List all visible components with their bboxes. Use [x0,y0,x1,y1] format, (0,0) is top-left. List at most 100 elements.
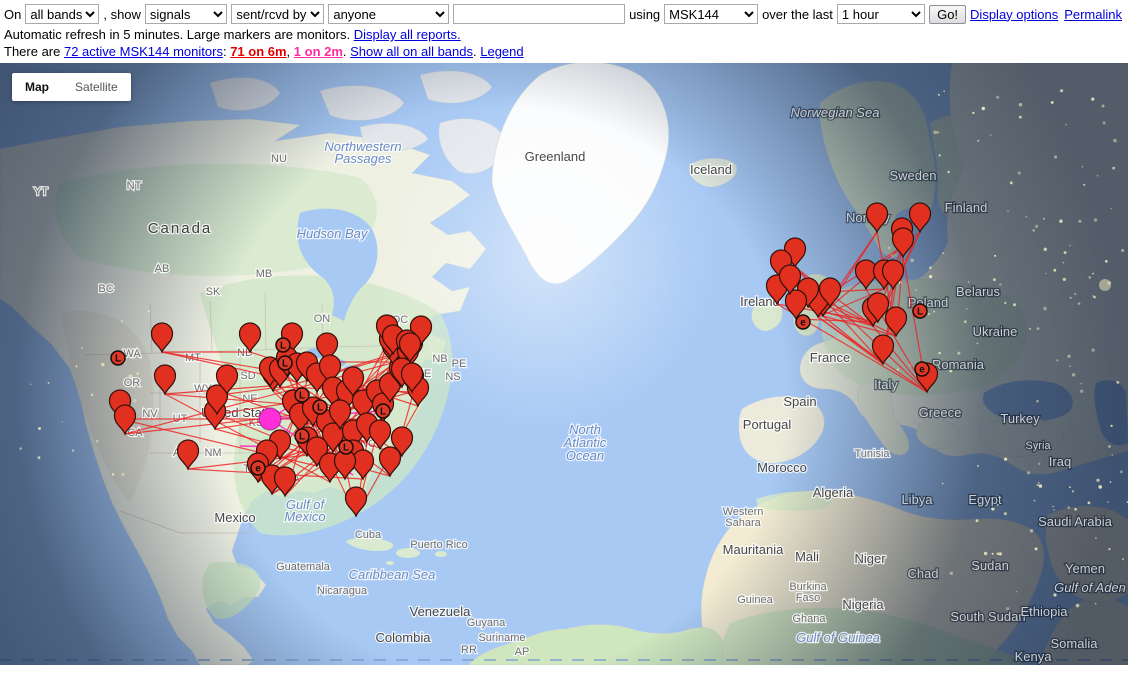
map-label: South Sudan [950,609,1025,624]
map-label: Gulf of Aden [1054,580,1126,595]
map-label: Hudson Bay [297,226,369,241]
svg-text:L: L [299,391,305,402]
over-label: over the last [762,7,833,22]
map-label: YT [34,186,48,198]
map-label: ON [314,313,331,325]
map-label: AP [515,646,530,658]
map-label: Ethiopia [1021,604,1069,619]
sent-rcvd-select[interactable]: sent/rcvd by [231,4,324,24]
report-marker[interactable]: e [915,362,929,376]
report-marker[interactable]: L [295,388,309,402]
map-label: Greenland [525,149,586,164]
map-label: Mexico [284,509,325,524]
map-label: Passages [334,151,392,166]
map-label: Syria [1025,440,1051,452]
report-marker[interactable]: e [251,461,265,475]
permalink-link[interactable]: Permalink [1064,7,1122,22]
sep: , [287,44,294,59]
map-label: Morocco [757,460,807,475]
map-label: Nigeria [842,597,884,612]
report-marker[interactable]: e [796,315,810,329]
map-label: Chad [907,566,938,581]
map-label: Mauritania [723,542,784,557]
map-label: France [810,350,850,365]
map-label: Egypt [968,492,1002,507]
map-type-satellite-button[interactable]: Satellite [62,73,131,101]
report-marker[interactable]: L [913,304,927,318]
svg-text:L: L [317,403,323,414]
map-label: Cuba [355,529,382,541]
monitor-marker-2m[interactable] [259,408,281,430]
mode-select[interactable]: MSK144 [664,4,758,24]
active-monitors-link[interactable]: 72 active MSK144 monitors [64,44,223,59]
monitors-6m-link[interactable]: 71 on 6m [230,44,286,59]
map-label: Puerto Rico [410,539,467,551]
legend-link[interactable]: Legend [480,44,523,59]
map-label: NB [432,353,447,365]
show-all-bands-link[interactable]: Show all on all bands [350,44,473,59]
map-label: SK [206,286,221,298]
map-type-map-button[interactable]: Map [12,73,62,101]
map-label: Venezuela [410,604,471,619]
display-options-link[interactable]: Display options [970,7,1058,22]
map-label: Colombia [376,630,432,645]
map-label: Belarus [956,284,1001,299]
map-label: Guinea [737,594,773,606]
who-select[interactable]: anyone [328,4,449,24]
map-label: Iraq [1049,454,1071,469]
map-label: RR [461,644,477,656]
monitors-status-line: There are 72 active MSK144 monitors: 71 … [0,43,1128,60]
monitors-2m-link[interactable]: 1 on 2m [294,44,343,59]
svg-text:L: L [917,307,923,318]
map-label: Canada [148,220,213,237]
map-label: Suriname [478,632,525,644]
svg-text:L: L [299,432,305,443]
on-label: On [4,7,21,22]
report-marker[interactable]: L [339,440,353,454]
map-label: PE [452,358,467,370]
map-label: Iceland [690,162,732,177]
map-label: Turkey [1000,411,1040,426]
map-label: Caribbean Sea [349,567,436,582]
map-label: Algeria [813,485,854,500]
map-label: Mexico [214,510,255,525]
map-label: Libya [901,492,933,507]
map-label: Tunisia [854,448,890,460]
display-all-reports-link[interactable]: Display all reports. [354,27,461,42]
report-marker[interactable]: L [376,404,390,418]
report-marker[interactable]: L [313,400,327,414]
map-label: Italy [874,377,898,392]
svg-text:e: e [919,365,925,376]
map-label: Faso [796,592,820,604]
map-label: Sudan [971,558,1009,573]
report-marker[interactable]: L [111,351,125,365]
map-label: Ukraine [973,324,1018,339]
report-marker[interactable]: L [278,356,292,370]
go-button[interactable]: Go! [929,5,966,24]
there-are-text: There are [4,44,64,59]
map-canvas[interactable]: Map Satellite [0,63,1128,665]
map-label: NU [271,153,287,165]
map-label: Saudi Arabia [1038,514,1112,529]
svg-text:e: e [800,318,806,329]
svg-text:L: L [115,354,121,365]
map-label: NT [127,180,142,192]
map-label: BC [98,283,113,295]
report-marker[interactable]: L [295,429,309,443]
world-map[interactable]: CanadaUnited StatesGreenlandIcelandSwede… [0,63,1128,665]
show-select[interactable]: signals [145,4,227,24]
svg-text:L: L [343,443,349,454]
map-label: Spain [783,394,816,409]
map-label: MB [256,268,273,280]
map-label: NS [445,371,460,383]
report-marker[interactable]: L [276,338,290,352]
period-select[interactable]: 1 hour [837,4,925,24]
svg-text:e: e [255,464,261,475]
svg-text:L: L [282,359,288,370]
band-select[interactable]: all bands [25,4,99,24]
map-label: Sahara [725,517,761,529]
top-toolbar: On all bands , show signals sent/rcvd by… [0,0,1128,26]
callsign-input[interactable] [453,4,625,24]
map-label: Finland [945,200,988,215]
map-label: Romania [932,357,985,372]
